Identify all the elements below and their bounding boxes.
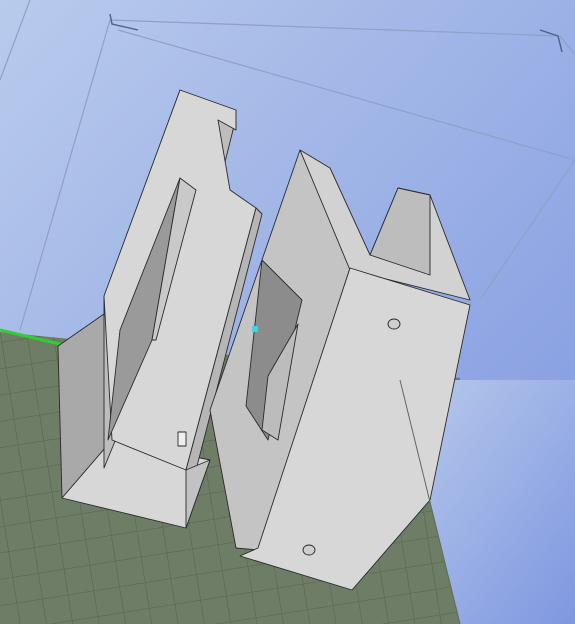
viewport-canvas[interactable] (0, 0, 575, 624)
3d-viewport[interactable] (0, 0, 575, 624)
selection-marker[interactable] (252, 326, 258, 332)
mounting-hole-bottom (302, 544, 316, 556)
mounting-hole-top (387, 318, 401, 330)
